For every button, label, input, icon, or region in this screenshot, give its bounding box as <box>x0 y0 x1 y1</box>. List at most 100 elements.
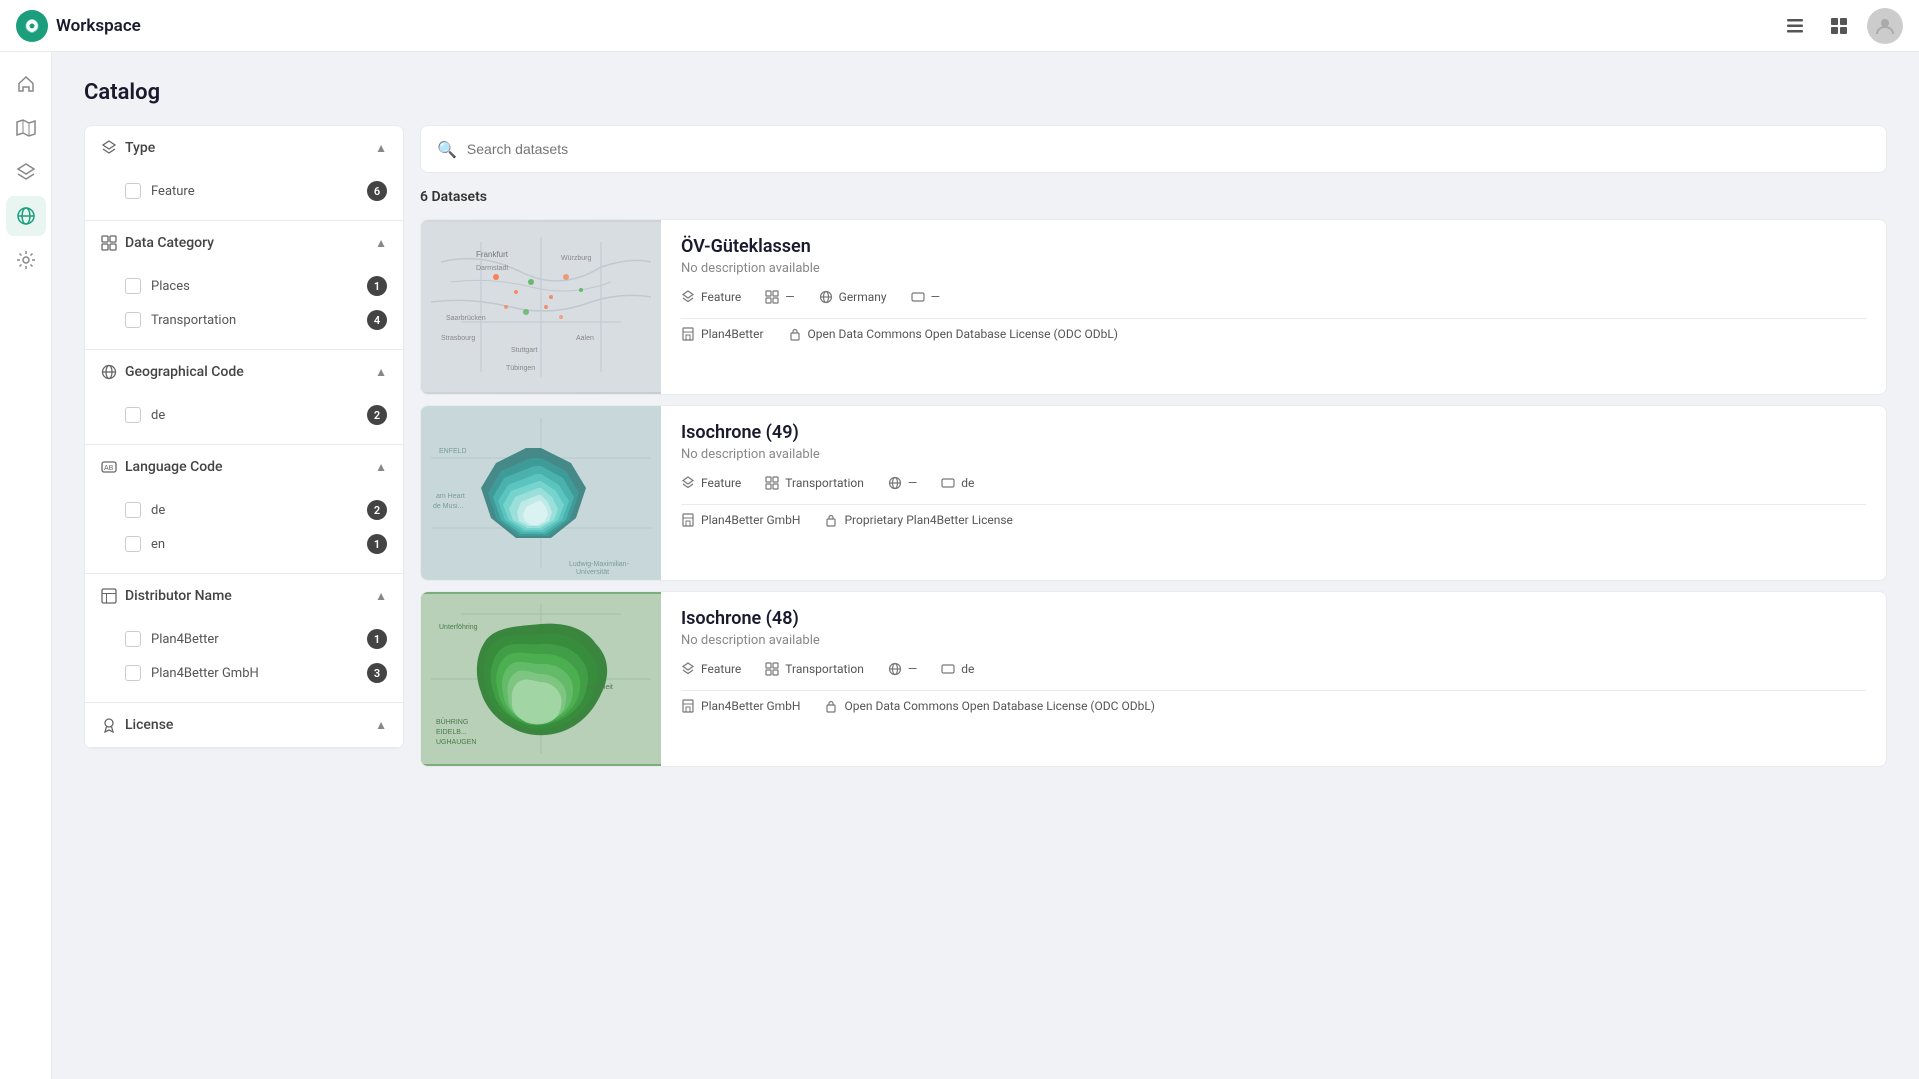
meta-row-3a: Feature Transportation <box>681 662 1866 676</box>
checkbox-plan4better[interactable] <box>125 631 141 647</box>
filter-section-lang-header[interactable]: AB Language Code ▲ <box>85 445 403 489</box>
search-bar: 🔍 <box>420 125 1887 173</box>
filter-item-plan4better: Plan4Better 1 <box>85 622 403 656</box>
dataset-thumb-1: Frankfurt Darmstadt Würzburg Saarbrücken… <box>421 220 661 394</box>
svg-text:Frankfurt: Frankfurt <box>476 250 509 259</box>
chevron-lang-icon: ▲ <box>375 460 387 474</box>
datasets-count: 6 Datasets <box>420 185 1887 209</box>
nav-item-settings[interactable] <box>6 240 46 280</box>
filter-license-label: License <box>125 717 173 733</box>
globe-meta-icon-2 <box>888 476 902 490</box>
checkbox-places[interactable] <box>125 278 141 294</box>
grid-meta-icon-3 <box>765 662 779 676</box>
filter-lang-items: de 2 en 1 <box>85 489 403 573</box>
map-thumbnail-1: Frankfurt Darmstadt Würzburg Saarbrücken… <box>421 220 661 394</box>
filter-panel: Type ▲ Feature 6 <box>84 125 404 749</box>
filter-label-places: Places <box>151 279 190 294</box>
content-layout: Type ▲ Feature 6 <box>84 125 1887 777</box>
list-view-button[interactable] <box>1779 10 1811 42</box>
meta-type-value-3: Feature <box>701 662 741 676</box>
grid-meta-icon-1 <box>765 290 779 304</box>
filter-section-distributor-header[interactable]: Distributor Name ▲ <box>85 574 403 618</box>
topbar: Workspace <box>0 0 1919 52</box>
chevron-up-icon: ▲ <box>375 141 387 155</box>
meta-distributor-2: Plan4Better GmbH <box>681 513 800 527</box>
dataset-card-3[interactable]: Unterföhring BÜHRING EIDELB... UGHAUGEN … <box>420 591 1887 767</box>
filter-item-lang-en: en 1 <box>85 527 403 561</box>
filter-item-plan4better-gmbh: Plan4Better GmbH 3 <box>85 656 403 690</box>
meta-lang-value-3: de <box>961 662 974 676</box>
dataset-info-3: Isochrone (48) No description available … <box>661 592 1886 766</box>
svg-text:Stuttgart: Stuttgart <box>511 347 538 354</box>
filter-section-type-header[interactable]: Type ▲ <box>85 126 403 170</box>
nav-item-layers[interactable] <box>6 152 46 192</box>
page: Catalog Type ▲ <box>52 52 1919 1079</box>
filter-section-category: Data Category ▲ Places 1 <box>85 221 403 350</box>
meta-divider-2 <box>681 504 1866 505</box>
checkbox-geo-de[interactable] <box>125 407 141 423</box>
svg-text:Universität: Universität <box>576 569 609 576</box>
filter-section-license-header[interactable]: License ▲ <box>85 703 403 747</box>
badge-places: 1 <box>367 276 387 296</box>
svg-text:Saarbrücken: Saarbrücken <box>446 315 486 322</box>
filter-geo-label: Geographical Code <box>125 364 244 380</box>
search-icon: 🔍 <box>437 140 457 159</box>
nav-item-globe[interactable] <box>6 196 46 236</box>
meta-lang-3: de <box>941 662 974 676</box>
badge-lang-de: 2 <box>367 500 387 520</box>
checkbox-feature[interactable] <box>125 183 141 199</box>
user-avatar[interactable] <box>1867 8 1903 44</box>
sidebar-nav <box>0 52 52 1079</box>
meta-lang-value-1: — <box>931 290 940 304</box>
topbar-actions <box>1779 8 1903 44</box>
lang-meta-icon-1 <box>911 290 925 304</box>
globe-filter-icon <box>101 364 117 380</box>
meta-category-1: — <box>765 290 794 304</box>
checkbox-plan4better-gmbh[interactable] <box>125 665 141 681</box>
layers-meta-icon-2 <box>681 476 695 490</box>
meta-row-1a: Feature — <box>681 290 1866 304</box>
filter-label-lang-en: en <box>151 537 165 552</box>
filter-section-geo-header[interactable]: Geographical Code ▲ <box>85 350 403 394</box>
dataset-card-2[interactable]: ENFELD am Heart de Musi... Ludwig-Maximi… <box>420 405 1887 581</box>
dataset-card-1[interactable]: Frankfurt Darmstadt Würzburg Saarbrücken… <box>420 219 1887 395</box>
meta-category-value-3: Transportation <box>785 662 864 676</box>
badge-lang-en: 1 <box>367 534 387 554</box>
svg-text:am Heart: am Heart <box>436 493 465 500</box>
filter-section-distributor: Distributor Name ▲ Plan4Better 1 <box>85 574 403 703</box>
meta-category-value-1: — <box>785 290 794 304</box>
meta-license-2: Proprietary Plan4Better License <box>824 513 1012 527</box>
chevron-license-icon: ▲ <box>375 718 387 732</box>
filter-distributor-label: Distributor Name <box>125 588 232 604</box>
grid-view-button[interactable] <box>1823 10 1855 42</box>
meta-geo-3: — <box>888 662 917 676</box>
dataset-thumb-3: Unterföhring BÜHRING EIDELB... UGHAUGEN … <box>421 592 661 766</box>
checkbox-lang-de[interactable] <box>125 502 141 518</box>
globe-meta-icon-3 <box>888 662 902 676</box>
search-input[interactable] <box>467 141 1870 157</box>
meta-geo-value-1: Germany <box>839 290 887 304</box>
checkbox-lang-en[interactable] <box>125 536 141 552</box>
meta-license-value-2: Proprietary Plan4Better License <box>844 513 1012 527</box>
filter-section-category-header[interactable]: Data Category ▲ <box>85 221 403 265</box>
filter-label-feature: Feature <box>151 184 195 199</box>
meta-type-value-2: Feature <box>701 476 741 490</box>
svg-text:UGHAUGEN: UGHAUGEN <box>436 739 476 746</box>
filter-label-transportation: Transportation <box>151 313 236 328</box>
nav-item-home[interactable] <box>6 64 46 104</box>
map-thumbnail-2: ENFELD am Heart de Musi... Ludwig-Maximi… <box>421 406 661 580</box>
filter-category-items: Places 1 Transportation 4 <box>85 265 403 349</box>
checkbox-transportation[interactable] <box>125 312 141 328</box>
filter-label-geo-de: de <box>151 408 165 423</box>
svg-text:Aalen: Aalen <box>576 335 594 342</box>
svg-text:Tübingen: Tübingen <box>506 365 535 372</box>
meta-geo-value-2: — <box>908 476 917 490</box>
nav-item-map[interactable] <box>6 108 46 148</box>
grid-meta-icon-2 <box>765 476 779 490</box>
svg-text:Ludwig-Maximilian-: Ludwig-Maximilian- <box>569 561 630 568</box>
svg-text:EIDELB...: EIDELB... <box>436 729 467 736</box>
filter-section-license: License ▲ <box>85 703 403 748</box>
svg-text:Würzburg: Würzburg <box>561 255 591 262</box>
dataset-name-2: Isochrone (49) <box>681 422 1866 443</box>
filter-type-items: Feature 6 <box>85 170 403 220</box>
